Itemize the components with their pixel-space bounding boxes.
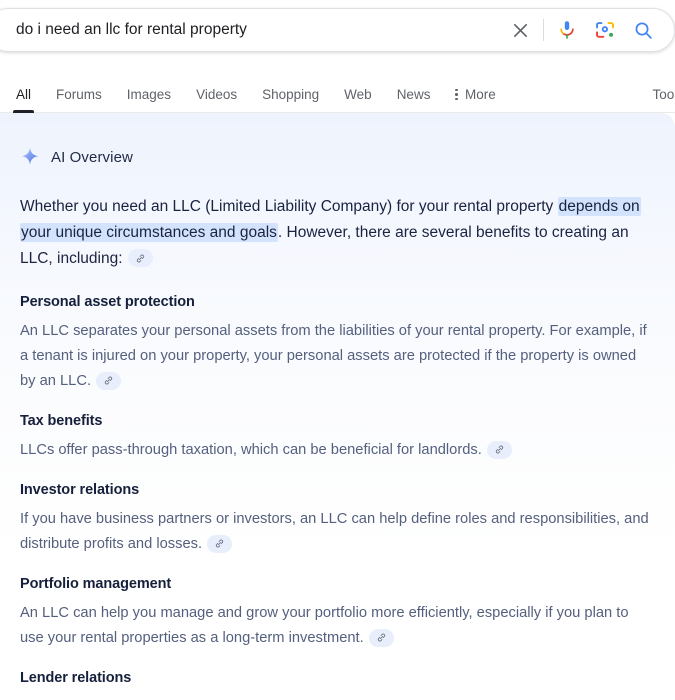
ai-section: Portfolio management An LLC can help you… bbox=[20, 576, 653, 651]
tab-images-label: Images bbox=[126, 86, 172, 102]
section-body-text: If you have business partners or investo… bbox=[20, 511, 649, 552]
link-icon bbox=[495, 445, 503, 454]
section-body: An LLC can help you manage and grow your… bbox=[20, 601, 653, 651]
section-body: LLCs offer pass-through taxation, which … bbox=[20, 438, 653, 463]
citation-chip[interactable] bbox=[127, 249, 153, 268]
tab-news[interactable]: News bbox=[396, 86, 431, 113]
tab-all-label: All bbox=[16, 86, 32, 102]
citation-chip[interactable] bbox=[207, 534, 233, 553]
citation-chip[interactable] bbox=[368, 628, 394, 647]
search-box[interactable]: Clear Search by voice bbox=[0, 8, 675, 52]
more-filters-label: More bbox=[464, 86, 496, 102]
search-divider bbox=[543, 19, 544, 41]
lens-search-button[interactable]: Search by image bbox=[586, 11, 624, 49]
search-bar-container: Clear Search by voice bbox=[0, 8, 675, 52]
section-body-text: LLCs offer pass-through taxation, which … bbox=[20, 442, 482, 458]
google-lens-icon bbox=[596, 22, 614, 38]
ai-overview-header: AI Overview bbox=[20, 147, 653, 167]
tab-shopping[interactable]: Shopping bbox=[262, 86, 320, 113]
ai-overview-intro-paragraph: Whether you need an LLC (Limited Liabili… bbox=[20, 194, 653, 272]
section-title: Lender relations bbox=[20, 670, 132, 686]
section-title: Tax benefits bbox=[20, 413, 103, 429]
tools-button[interactable]: Tools bbox=[652, 86, 675, 102]
tab-videos[interactable]: Videos bbox=[196, 86, 238, 113]
ai-section: Investor relations If you have business … bbox=[20, 482, 653, 557]
voice-search-button[interactable]: Search by voice bbox=[548, 11, 586, 49]
tab-forums[interactable]: Forums bbox=[56, 86, 102, 113]
section-body: Banks may be more comfortable lending mo… bbox=[20, 695, 653, 700]
link-icon bbox=[136, 254, 144, 263]
ai-overview-content: AI Overview Whether you need an LLC (Lim… bbox=[0, 113, 675, 700]
section-title: Investor relations bbox=[20, 482, 140, 498]
citation-chip[interactable] bbox=[486, 440, 512, 459]
overflow-menu-icon bbox=[455, 88, 458, 100]
sparkle-icon bbox=[21, 147, 39, 165]
link-icon bbox=[215, 539, 224, 548]
more-filters-button[interactable]: More bbox=[455, 86, 496, 113]
ai-section: Lender relations Banks may be more comfo… bbox=[20, 670, 653, 700]
tab-web[interactable]: Web bbox=[344, 86, 372, 113]
section-body: If you have business partners or investo… bbox=[20, 507, 653, 557]
search-input[interactable] bbox=[0, 9, 501, 51]
link-icon bbox=[377, 633, 385, 642]
section-title: Personal asset protection bbox=[20, 294, 195, 310]
close-icon bbox=[513, 23, 527, 37]
tab-images[interactable]: Images bbox=[126, 86, 172, 113]
tab-videos-label: Videos bbox=[196, 86, 238, 102]
section-body-text: An LLC can help you manage and grow your… bbox=[20, 605, 629, 646]
tab-news-label: News bbox=[396, 86, 431, 102]
tab-all[interactable]: All bbox=[12, 86, 35, 113]
ai-overview-panel: AI Overview Whether you need an LLC (Lim… bbox=[0, 113, 675, 700]
citation-chip[interactable] bbox=[96, 371, 122, 390]
ai-overview-title: AI Overview bbox=[51, 148, 133, 166]
tools-label: Tools bbox=[652, 86, 675, 102]
search-actions: Clear Search by voice bbox=[501, 9, 674, 51]
search-tabs-bar: All Forums Images Videos Shopping Web Ne… bbox=[0, 72, 675, 113]
ai-section: Tax benefits LLCs offer pass-through tax… bbox=[20, 413, 653, 463]
search-icon bbox=[635, 22, 652, 39]
microphone-icon bbox=[560, 21, 574, 39]
tab-shopping-label: Shopping bbox=[262, 86, 320, 102]
tab-web-label: Web bbox=[344, 86, 372, 102]
tab-forums-label: Forums bbox=[56, 86, 102, 102]
ai-section: Personal asset protection An LLC separat… bbox=[20, 294, 653, 394]
link-icon bbox=[104, 376, 113, 385]
section-title: Portfolio management bbox=[20, 576, 172, 592]
search-submit-button[interactable]: Google Search bbox=[624, 11, 662, 49]
section-body: An LLC separates your personal assets fr… bbox=[20, 319, 653, 394]
search-tabs: All Forums Images Videos Shopping Web Ne… bbox=[0, 72, 675, 113]
intro-text-before: Whether you need an LLC (Limited Liabili… bbox=[20, 198, 558, 215]
clear-search-button[interactable]: Clear bbox=[501, 11, 539, 49]
